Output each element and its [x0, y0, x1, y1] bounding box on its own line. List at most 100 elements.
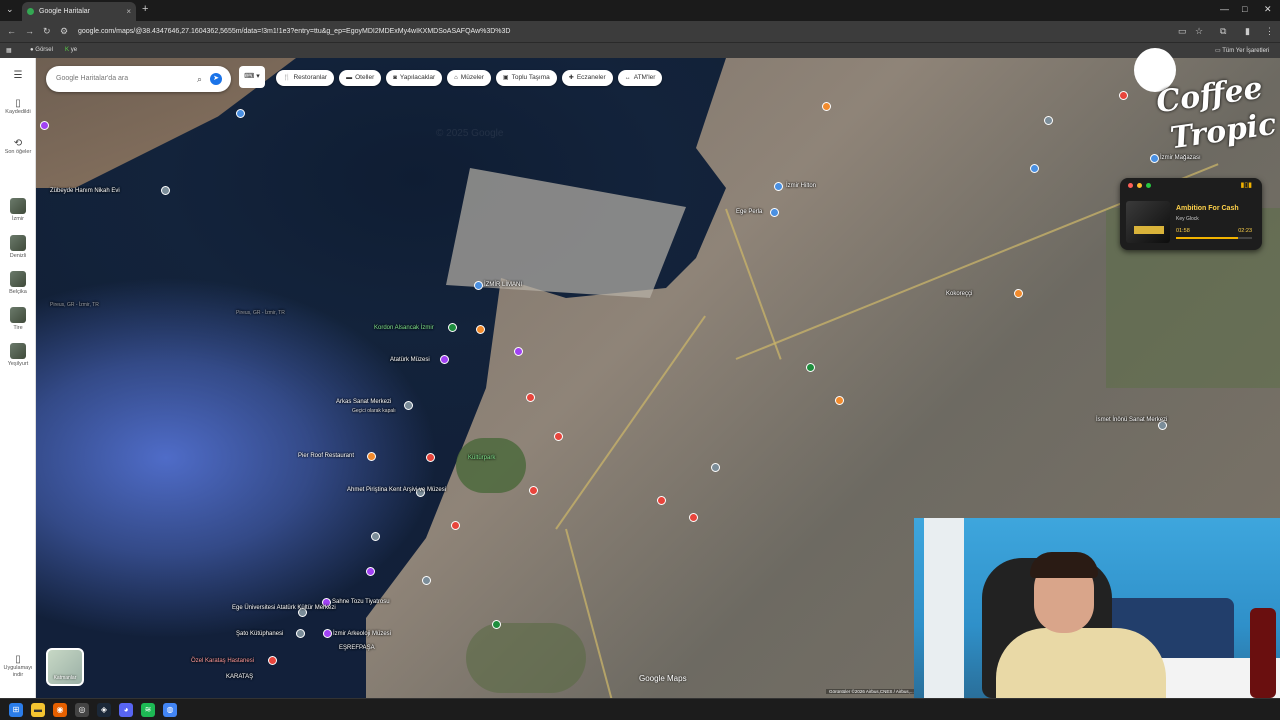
profile-icon[interactable]: ▮ [1245, 26, 1250, 37]
hotel-pin[interactable] [770, 208, 779, 217]
chip-transit[interactable]: ▣ Toplu Taşıma [495, 70, 557, 86]
hospital-pin[interactable] [1119, 91, 1128, 100]
address-bar[interactable]: google.com/maps/@38.4347646,27.1604362,5… [70, 24, 1170, 39]
chip-pharmacies[interactable]: ✚ Eczaneler [561, 70, 613, 86]
place-pin[interactable] [161, 186, 170, 195]
arkeoloji-label[interactable]: İzmir Arkeoloji Müzesi [333, 631, 391, 637]
park-pin[interactable] [448, 323, 457, 332]
chip-atms[interactable]: ↔ ATM'ler [617, 70, 663, 86]
star-icon[interactable]: ☆ [1195, 26, 1203, 37]
hospital-pin[interactable] [426, 453, 435, 462]
transit-pin[interactable] [774, 182, 783, 191]
bookmark-gorsel[interactable]: ● Görsel [30, 47, 53, 53]
tab-search-icon[interactable]: ⌄ [6, 4, 14, 15]
reload-icon[interactable]: ↻ [43, 26, 51, 37]
museum-pin[interactable] [40, 121, 49, 130]
maps-search-box[interactable]: Google Haritalar'da ara ⌕ ➤ [46, 66, 231, 92]
chip-restaurants[interactable]: 🍴 Restoranlar [276, 70, 335, 86]
rail-app-download[interactable]: ▯ Uygulamayı indir [0, 655, 36, 679]
ege-uni-label[interactable]: Ege Üniversitesi Atatürk Kültür Merkezi [232, 605, 336, 611]
close-window-button[interactable]: ✕ [1264, 4, 1272, 15]
transit-pin[interactable] [474, 281, 483, 290]
new-tab-button[interactable]: + [142, 3, 148, 15]
search-input[interactable]: Google Haritalar'da ara [56, 75, 128, 82]
pier-roof-label[interactable]: Pier Roof Restaurant [298, 453, 354, 459]
extensions-icon[interactable]: ⧉ [1220, 26, 1226, 37]
museum-pin[interactable] [366, 567, 375, 576]
museum-pin[interactable] [323, 629, 332, 638]
rail-saved[interactable]: ▯ Kaydedildi [0, 99, 36, 116]
place-pin[interactable] [422, 576, 431, 585]
kokorecci-label[interactable]: Kokoreççi [946, 291, 972, 297]
izmir-store-label[interactable]: İzmir Mağazası [1160, 155, 1201, 161]
directions-icon[interactable]: ➤ [210, 73, 222, 85]
hilton-label[interactable]: İzmir Hilton [786, 183, 816, 189]
menu-hamburger-button[interactable]: ☰ [0, 71, 36, 81]
layers-toggle-button[interactable]: Katmanlar [46, 648, 84, 686]
zubeyde-label[interactable]: Zübeyde Hanım Nikah Evi [50, 188, 120, 194]
search-icon[interactable]: ⌕ [197, 66, 202, 92]
place-pin[interactable] [1044, 116, 1053, 125]
spotify-icon[interactable]: ≋ [141, 703, 155, 717]
store-pin[interactable] [1150, 154, 1159, 163]
port-label[interactable]: İZMİR LİMANI [484, 282, 522, 288]
hospital-pin[interactable] [526, 393, 535, 402]
site-info-icon[interactable]: ⚙ [60, 26, 68, 37]
hotel-pin[interactable] [476, 325, 485, 334]
rail-recent[interactable]: ⟲ Son öğeler [0, 139, 36, 156]
kordon-label[interactable]: Kordon Alsancak İzmir [374, 325, 434, 331]
rail-belcika[interactable]: Belçika [0, 271, 36, 296]
ahmet-label[interactable]: Ahmet Piriştina Kent Arşivi ve Müzesi [347, 487, 446, 493]
restaurant-pin[interactable] [835, 396, 844, 405]
ege-perla-label[interactable]: Ege Perla [736, 209, 762, 215]
minimize-button[interactable]: — [1220, 4, 1229, 14]
cast-icon[interactable]: ▭ [1178, 26, 1187, 37]
chip-hotels[interactable]: ▬ Oteller [339, 70, 382, 86]
transit-pin[interactable] [236, 109, 245, 118]
chip-things-to-do[interactable]: ◙ Yapılacaklar [386, 70, 443, 86]
chrome-icon[interactable]: ◍ [163, 703, 177, 717]
hospital-pin[interactable] [554, 432, 563, 441]
hospital-pin[interactable] [529, 486, 538, 495]
maximize-button[interactable]: □ [1242, 4, 1247, 14]
rail-denizli[interactable]: Denizli [0, 235, 36, 260]
chip-museums[interactable]: ⌂ Müzeler [447, 70, 491, 86]
arkas-label[interactable]: Arkas Sanat Merkezi [336, 399, 391, 405]
bookmark-ye[interactable]: K ye [65, 47, 77, 53]
sato-label[interactable]: Şato Kütüphanesi [236, 631, 283, 637]
apps-icon[interactable]: ▦ [6, 47, 12, 54]
ataturk-museum-label[interactable]: Atatürk Müzesi [390, 357, 430, 363]
hospital-pin[interactable] [268, 656, 277, 665]
hospital-pin[interactable] [451, 521, 460, 530]
kulturpark-label[interactable]: Kültürpark [468, 455, 495, 461]
back-icon[interactable]: ← [7, 26, 16, 36]
ismet-label[interactable]: İsmet İnönü Sanat Merkezi [1096, 417, 1167, 423]
rail-izmir[interactable]: İzmir [0, 198, 36, 223]
app-icon[interactable]: ◎ [75, 703, 89, 717]
sahne-label[interactable]: Sahne Tozu Tiyatrosu [332, 599, 390, 605]
museum-pin[interactable] [440, 355, 449, 364]
ozel-karatas-label[interactable]: Özel Karataş Hastanesi [191, 658, 254, 664]
restaurant-pin[interactable] [367, 452, 376, 461]
restaurant-pin[interactable] [822, 102, 831, 111]
start-icon[interactable]: ⊞ [9, 703, 23, 717]
rail-yesilyurt[interactable]: Yeşilyurt [0, 343, 36, 368]
forward-icon[interactable]: → [25, 26, 34, 36]
hospital-pin[interactable] [689, 513, 698, 522]
steam-icon[interactable]: ◈ [97, 703, 111, 717]
library-pin[interactable] [296, 629, 305, 638]
firefox-icon[interactable]: ◉ [53, 703, 67, 717]
place-pin[interactable] [711, 463, 720, 472]
imagery-attribution[interactable]: Görüntüler ©2026 Airbus,CNES / Airbus,..… [826, 689, 917, 694]
menu-icon[interactable]: ⋮ [1265, 26, 1274, 37]
rail-tire[interactable]: Tire [0, 307, 36, 332]
browser-tab[interactable]: Google Haritalar × [22, 2, 136, 21]
arts-pin[interactable] [404, 401, 413, 410]
museum-pin[interactable] [514, 347, 523, 356]
park-pin[interactable] [492, 620, 501, 629]
discord-icon[interactable]: ◕ [119, 703, 133, 717]
folder-icon[interactable]: ▬ [31, 703, 45, 717]
restaurant-pin[interactable] [1014, 289, 1023, 298]
place-pin[interactable] [371, 532, 380, 541]
tab-close-icon[interactable]: × [126, 7, 131, 16]
